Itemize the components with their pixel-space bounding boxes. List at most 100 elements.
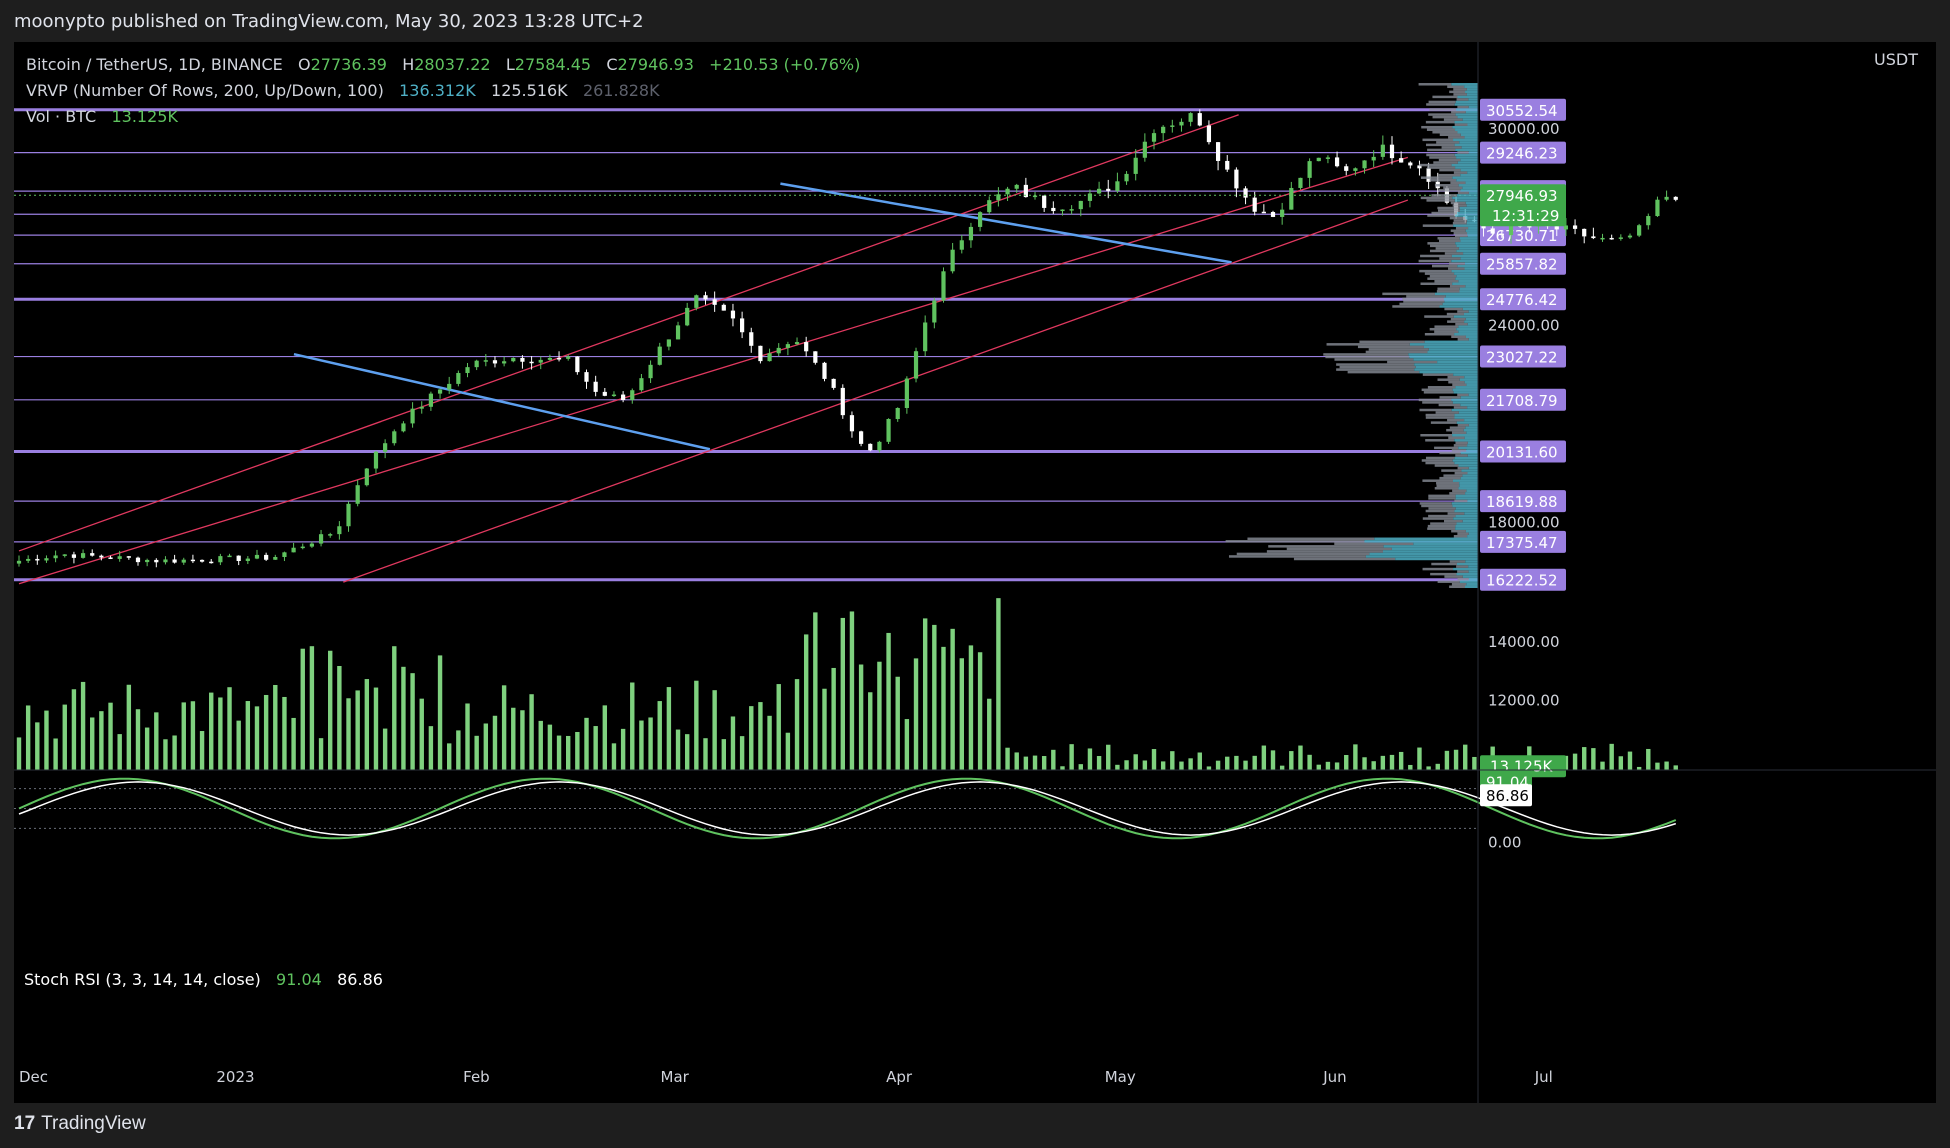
vp-bar-up <box>1451 163 1478 167</box>
candle-body <box>447 383 452 390</box>
vp-bar-down <box>1425 439 1455 442</box>
candle-body <box>456 373 461 384</box>
vp-bar-up <box>1468 565 1478 568</box>
vp-bar-down <box>1334 358 1414 361</box>
vp-bar-down <box>1454 499 1468 503</box>
vp-bar-up <box>1455 497 1478 500</box>
stoch-rsi-legend[interactable]: Stoch RSI (3, 3, 14, 14, close) 91.04 86… <box>24 970 383 989</box>
candle-body <box>328 534 333 536</box>
vp-bar-down <box>1455 441 1468 445</box>
candle-body <box>117 556 122 559</box>
vrvp-down-value: 125.516K <box>491 81 568 100</box>
vp-bar-down <box>1420 282 1453 285</box>
vp-bar-up <box>1459 484 1478 487</box>
vp-bar-down <box>1449 492 1466 495</box>
vp-bar-up <box>1465 285 1478 288</box>
vp-bar-up <box>1456 562 1478 566</box>
candle-body <box>1243 188 1248 198</box>
candle-body <box>648 364 653 379</box>
vp-bar-up <box>1458 247 1478 250</box>
volume-bar <box>730 716 736 770</box>
vp-bar-down <box>1448 267 1465 270</box>
volume-bar <box>282 696 287 770</box>
vp-bar-down <box>1418 83 1452 86</box>
vp-bar-down <box>1357 345 1424 349</box>
candle-body <box>538 359 543 363</box>
price-axis-tick: 18000.00 <box>1488 513 1560 531</box>
tv-logo-icon: 17 <box>14 1113 36 1134</box>
volume-bar <box>959 658 964 770</box>
vp-bar-up <box>1462 307 1478 311</box>
candle-body <box>1399 158 1404 163</box>
vp-bar-down <box>1437 580 1460 583</box>
vp-bar-up <box>1458 487 1478 490</box>
vp-bar-down <box>1420 196 1453 200</box>
vp-bar-down <box>1426 153 1455 157</box>
vrvp-legend-row[interactable]: VRVP (Number Of Rows, 200, Up/Down, 100)… <box>26 78 860 104</box>
vp-bar-down <box>1422 401 1453 404</box>
candle-body <box>126 556 131 558</box>
volume-bar <box>758 702 763 770</box>
candle-body <box>1161 126 1166 134</box>
volume-bar <box>1435 763 1440 770</box>
candle-body <box>868 443 873 451</box>
vp-bar-down <box>1456 565 1469 568</box>
vp-bar-down <box>1429 108 1457 111</box>
vp-bar-down <box>1434 279 1459 283</box>
candle-body <box>474 360 479 368</box>
currency-label[interactable]: USDT <box>1874 50 1918 69</box>
vp-bar-up <box>1453 517 1478 520</box>
vp-bar-down <box>1452 221 1467 225</box>
candle-body <box>575 356 580 373</box>
vp-bar-down <box>1444 307 1463 311</box>
tradingview-logo[interactable]: 17 TradingView <box>14 1113 146 1135</box>
candle-body <box>529 361 534 364</box>
volume-bar <box>950 628 955 770</box>
candle-body <box>776 347 781 354</box>
chart-area[interactable]: 30552.5429246.2328072.2827366.9426730.71… <box>14 42 1936 1103</box>
vp-bar-up <box>1456 178 1478 182</box>
vp-bar-down <box>1437 378 1460 381</box>
vp-bar-up <box>1419 370 1478 374</box>
vp-bar-up <box>1468 191 1478 195</box>
vp-bar-down <box>1431 211 1458 215</box>
vp-bar-down <box>1435 411 1459 414</box>
level-label: 26730.71 <box>1486 227 1558 245</box>
volume-bar <box>996 598 1001 770</box>
candle-body <box>1280 209 1285 217</box>
candle-body <box>35 558 40 561</box>
volume-legend-row[interactable]: Vol · BTC 13.125K <box>26 104 860 130</box>
vp-bar-down <box>1382 292 1435 296</box>
candle-body <box>1261 211 1266 214</box>
vp-bar-up <box>1456 156 1478 159</box>
vp-bar-down <box>1424 333 1455 336</box>
candle-body <box>410 408 415 424</box>
channel-line <box>18 156 1409 585</box>
vp-bar-down <box>1453 219 1468 222</box>
symbol-legend-row[interactable]: Bitcoin / TetherUS, 1D, BINANCE O27736.3… <box>26 52 860 78</box>
volume-bar <box>108 702 113 770</box>
candle-body <box>721 304 726 311</box>
vp-bar-down <box>1434 184 1459 187</box>
candle-body <box>904 378 909 409</box>
volume-bar <box>1106 744 1111 770</box>
vp-bar-down <box>1428 494 1456 498</box>
vp-bar-down <box>1425 120 1455 124</box>
vp-bar-down <box>1434 330 1459 333</box>
vp-bar-up <box>1464 267 1478 270</box>
vp-bar-down <box>1392 305 1440 308</box>
low-label: L <box>505 55 515 74</box>
volume-bar <box>1609 743 1614 770</box>
volume-bar <box>1344 754 1349 770</box>
vp-bar-up <box>1468 105 1478 109</box>
price-chart[interactable]: 30552.5429246.2328072.2827366.9426730.71… <box>14 42 1936 1103</box>
candle-body <box>1572 225 1578 229</box>
vp-bar-up <box>1467 406 1478 409</box>
vp-bar-up <box>1462 118 1478 121</box>
candle-body <box>987 200 992 213</box>
candle-body <box>767 353 772 362</box>
volume-bar <box>1096 756 1102 770</box>
candle-body <box>163 559 168 563</box>
volume-bar <box>1353 744 1358 770</box>
vp-bar-up <box>1466 204 1478 207</box>
